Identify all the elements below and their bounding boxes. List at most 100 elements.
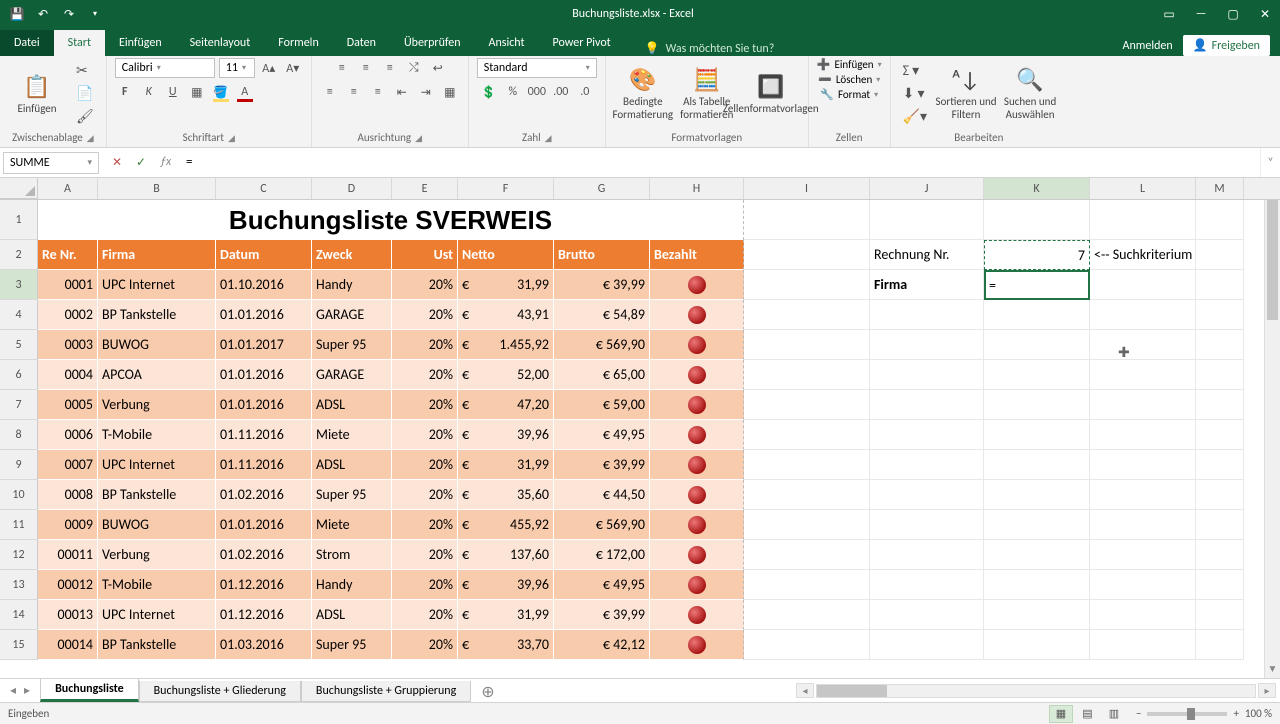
cell[interactable] [744,240,870,270]
hscroll-right-icon[interactable]: ▸ [1258,683,1276,698]
tab-view[interactable]: Ansicht [475,30,539,56]
cell-re[interactable]: 00011 [38,540,98,570]
th-datum[interactable]: Datum [216,240,312,270]
sheet-title[interactable]: Buchungsliste SVERWEIS [38,200,744,240]
align-center-icon[interactable]: ≡ [344,82,364,102]
cell-re[interactable]: 0003 [38,330,98,360]
cell-bezahlt[interactable] [650,540,744,570]
undo-icon[interactable]: ↶ [32,3,54,25]
cell-datum[interactable]: 01.02.2016 [216,540,312,570]
cell-bezahlt[interactable] [650,450,744,480]
cell-brutto[interactable]: € 42,12 [554,630,650,660]
cell-zweck[interactable]: Strom [312,540,392,570]
cell[interactable] [1196,450,1244,480]
cell-zweck[interactable]: GARAGE [312,300,392,330]
th-netto[interactable]: Netto [458,240,554,270]
cell[interactable] [870,510,984,540]
cell-firma[interactable]: UPC Internet [98,450,216,480]
cell[interactable] [870,570,984,600]
align-top-icon[interactable]: ≡ [332,58,352,78]
hscroll-thumb[interactable] [817,685,887,697]
cell-firma[interactable]: Verbung [98,390,216,420]
row-header-3[interactable]: 3 [0,270,38,300]
maximize-icon[interactable]: ▢ [1218,0,1248,28]
cell-datum[interactable]: 01.11.2016 [216,420,312,450]
cell-bezahlt[interactable] [650,570,744,600]
row-header-11[interactable]: 11 [0,510,38,540]
cell[interactable] [744,480,870,510]
cell-re[interactable]: 00014 [38,630,98,660]
cell[interactable] [1196,480,1244,510]
cell-re[interactable]: 0005 [38,390,98,420]
tab-review[interactable]: Überprüfen [390,30,475,56]
redo-icon[interactable]: ↷ [58,3,80,25]
align-left-icon[interactable]: ≡ [320,82,340,102]
col-header-J[interactable]: J [870,178,984,199]
dec-decimal-icon[interactable]: .0 [575,82,595,102]
cell[interactable] [1090,300,1196,330]
indent-dec-icon[interactable]: ⇤ [392,82,412,102]
active-cell-k3[interactable]: = [984,270,1090,300]
cell-netto[interactable]: €31,99 [458,600,554,630]
scroll-thumb[interactable] [1267,200,1278,320]
cell-netto[interactable]: €47,20 [458,390,554,420]
cell-bezahlt[interactable] [650,420,744,450]
cell[interactable] [984,630,1090,660]
col-header-F[interactable]: F [458,178,554,199]
currency-icon[interactable]: 💲 [479,82,499,102]
col-header-B[interactable]: B [98,178,216,199]
zoom-slider[interactable] [1147,712,1227,716]
cell[interactable] [1090,570,1196,600]
cell[interactable] [984,600,1090,630]
cell[interactable] [744,330,870,360]
cell[interactable] [1196,600,1244,630]
cell-zweck[interactable]: Super 95 [312,480,392,510]
cell[interactable] [984,200,1090,240]
cell[interactable] [870,300,984,330]
cell-ust[interactable]: 20% [392,600,458,630]
cell-netto[interactable]: €43,91 [458,300,554,330]
clear-icon[interactable]: 🧹▾ [899,106,931,127]
cell-zweck[interactable]: Miete [312,510,392,540]
cells-insert-button[interactable]: ➕Einfügen▾ [817,58,882,71]
cell[interactable] [744,450,870,480]
cell[interactable] [984,510,1090,540]
cell-firma[interactable]: BUWOG [98,330,216,360]
cell[interactable] [744,630,870,660]
cell-zweck[interactable]: ADSL [312,600,392,630]
cell-datum[interactable]: 01.12.2016 [216,600,312,630]
cell-brutto[interactable]: € 172,00 [554,540,650,570]
share-button[interactable]: 👤 Freigeben [1183,35,1270,56]
cell[interactable] [1090,540,1196,570]
row-header-15[interactable]: 15 [0,630,38,660]
cell[interactable] [744,360,870,390]
lookup-rechnung-value[interactable]: 7 [984,240,1090,270]
th-ust[interactable]: Ust [392,240,458,270]
cell[interactable] [984,330,1090,360]
cell-netto[interactable]: €39,96 [458,570,554,600]
cell[interactable] [1196,270,1244,300]
th-brutto[interactable]: Brutto [554,240,650,270]
cell-zweck[interactable]: GARAGE [312,360,392,390]
cell-datum[interactable]: 01.01.2016 [216,390,312,420]
cell[interactable] [1090,270,1196,300]
cell[interactable] [870,420,984,450]
cell-firma[interactable]: APCOA [98,360,216,390]
cell[interactable] [744,510,870,540]
cell[interactable] [984,450,1090,480]
col-header-C[interactable]: C [216,178,312,199]
cell-datum[interactable]: 01.10.2016 [216,270,312,300]
th-bezahlt[interactable]: Bezahlt [650,240,744,270]
percent-icon[interactable]: % [503,82,523,102]
hscroll-left-icon[interactable]: ◂ [796,683,814,698]
cell-re[interactable]: 0006 [38,420,98,450]
cell-netto[interactable]: €455,92 [458,510,554,540]
fill-down-icon[interactable]: ⬇ ▾ [899,83,931,104]
row-header-9[interactable]: 9 [0,450,38,480]
cell[interactable] [984,390,1090,420]
merge-icon[interactable]: ▦ [440,82,460,102]
increase-font-icon[interactable]: A▴ [259,58,279,78]
fill-color-icon[interactable]: 🪣 [211,82,231,102]
cell-netto[interactable]: €31,99 [458,450,554,480]
indent-inc-icon[interactable]: ⇥ [416,82,436,102]
